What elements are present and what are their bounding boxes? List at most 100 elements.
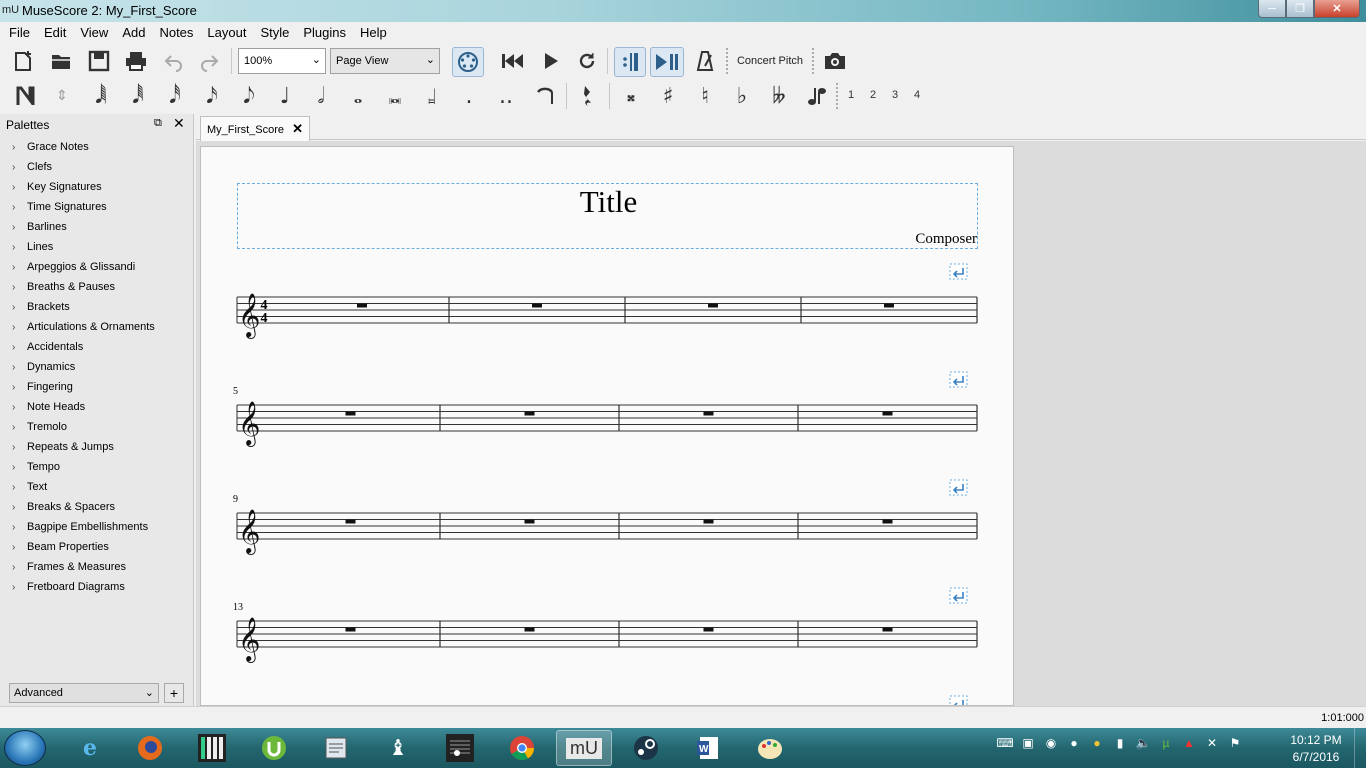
- voice-1-button[interactable]: 1: [848, 89, 854, 101]
- voice-3-button[interactable]: 3: [892, 89, 898, 101]
- menu-add[interactable]: Add: [115, 22, 152, 43]
- augmentation-dot-button[interactable]: .: [456, 82, 482, 110]
- double-flat-icon[interactable]: 𝄫: [766, 82, 792, 110]
- close-window-button[interactable]: ✕: [1314, 0, 1360, 18]
- view-mode-select[interactable]: Page View ⌄: [330, 48, 440, 74]
- play-repeats-button[interactable]: [614, 47, 646, 77]
- palette-mode-select[interactable]: Advanced ⌄: [9, 683, 159, 703]
- menu-help[interactable]: Help: [353, 22, 394, 43]
- duration-half-button[interactable]: 𝅗𝅥: [308, 82, 334, 110]
- taskbar-clock[interactable]: 10:12 PM 6/7/2016: [1280, 732, 1352, 766]
- whole-rest[interactable]: [882, 411, 893, 416]
- zoom-select[interactable]: 100% ⌄: [238, 48, 326, 74]
- duration-longa-button[interactable]: 𝆷: [419, 82, 445, 110]
- double-dot-button[interactable]: ..: [493, 82, 519, 110]
- score-systems[interactable]: 𝄞44𝄞5𝄞9𝄞13𝄞17: [201, 147, 1014, 706]
- tray-yellow-icon[interactable]: ●: [1088, 734, 1106, 752]
- palette-item[interactable]: › Fretboard Diagrams: [0, 577, 194, 597]
- whole-rest[interactable]: [345, 411, 356, 416]
- undock-icon[interactable]: ⧉: [154, 117, 162, 130]
- duration-16th-button[interactable]: 𝅘𝅥𝅯: [199, 82, 225, 110]
- duration-64th-button[interactable]: 𝅘𝅥𝅱: [125, 82, 151, 110]
- palette-item[interactable]: › Frames & Measures: [0, 557, 194, 577]
- acrobat-tray-icon[interactable]: ▲: [1180, 734, 1198, 752]
- whole-rest[interactable]: [884, 303, 894, 308]
- network-warning-icon[interactable]: ✕: [1203, 734, 1221, 752]
- undo-button[interactable]: [161, 49, 187, 73]
- line-break-marker[interactable]: [949, 263, 968, 280]
- whole-rest[interactable]: [703, 411, 714, 416]
- treble-clef[interactable]: 𝄞: [238, 617, 260, 663]
- tray-green-icon[interactable]: ●: [1065, 734, 1083, 752]
- musescore-taskbar-icon[interactable]: mU: [556, 730, 612, 766]
- palette-item[interactable]: › Text: [0, 477, 194, 497]
- steam-icon[interactable]: [618, 730, 674, 766]
- antivirus-icon[interactable]: ◉: [1042, 734, 1060, 752]
- duration-whole-button[interactable]: 𝅝: [345, 82, 371, 110]
- utorrent-tray-icon[interactable]: µ: [1157, 734, 1175, 752]
- palette-item[interactable]: › Accidentals: [0, 337, 194, 357]
- new-score-button[interactable]: [10, 49, 36, 73]
- metronome-button[interactable]: [692, 49, 718, 73]
- print-button[interactable]: [123, 49, 149, 73]
- redo-button[interactable]: [196, 49, 222, 73]
- whole-rest[interactable]: [882, 627, 893, 632]
- pan-score-button[interactable]: [650, 47, 684, 77]
- note-input-mode-button[interactable]: [12, 82, 40, 110]
- palette-item[interactable]: › Dynamics: [0, 357, 194, 377]
- palette-item[interactable]: › Beam Properties: [0, 537, 194, 557]
- treble-clef[interactable]: 𝄞: [238, 509, 260, 555]
- whole-rest[interactable]: [708, 303, 718, 308]
- midi-input-button[interactable]: [452, 47, 484, 77]
- palette-item[interactable]: › Breaths & Pauses: [0, 277, 194, 297]
- duration-eighth-button[interactable]: 𝅘𝅥𝅮: [236, 82, 262, 110]
- menu-view[interactable]: View: [73, 22, 115, 43]
- minimize-button[interactable]: ─: [1258, 0, 1286, 18]
- save-button[interactable]: [86, 49, 112, 73]
- line-break-marker[interactable]: [949, 479, 968, 496]
- action-center-flag-icon[interactable]: ⚑: [1226, 734, 1244, 752]
- palette-item[interactable]: › Barlines: [0, 217, 194, 237]
- tab-my-first-score[interactable]: My_First_Score ✕: [200, 116, 310, 141]
- whole-rest[interactable]: [524, 627, 535, 632]
- score-page[interactable]: Title Composer 𝄞44𝄞5𝄞9𝄞13𝄞17: [200, 146, 1014, 706]
- whole-rest[interactable]: [524, 411, 535, 416]
- palette-item[interactable]: › Bagpipe Embellishments: [0, 517, 194, 537]
- firefox-icon[interactable]: [122, 730, 178, 766]
- power-icon[interactable]: ▮: [1111, 734, 1129, 752]
- word-icon[interactable]: W: [680, 730, 736, 766]
- network-app-icon[interactable]: ▣: [1019, 734, 1037, 752]
- internet-explorer-icon[interactable]: e: [62, 730, 118, 766]
- palette-item[interactable]: › Tremolo: [0, 417, 194, 437]
- duration-128th-button[interactable]: 𝅘𝅥𝅲: [88, 82, 114, 110]
- whole-rest[interactable]: [703, 519, 714, 524]
- close-tab-icon[interactable]: ✕: [292, 121, 303, 137]
- voice-arrows-icon[interactable]: ⇕: [52, 82, 72, 110]
- palette-item[interactable]: › Repeats & Jumps: [0, 437, 194, 457]
- open-button[interactable]: [48, 49, 74, 73]
- sharp-icon[interactable]: ♯: [655, 82, 681, 110]
- whole-rest[interactable]: [524, 519, 535, 524]
- show-desktop-button[interactable]: [1354, 728, 1366, 768]
- concert-pitch-button[interactable]: Concert Pitch: [733, 53, 807, 69]
- whole-rest[interactable]: [703, 627, 714, 632]
- maximize-button[interactable]: ❐: [1286, 0, 1314, 18]
- whole-rest[interactable]: [345, 627, 356, 632]
- line-break-marker[interactable]: [949, 695, 968, 706]
- palette-item[interactable]: › Fingering: [0, 377, 194, 397]
- palette-item[interactable]: › Brackets: [0, 297, 194, 317]
- duration-breve-button[interactable]: 𝅜: [382, 82, 408, 110]
- time-signature-bottom[interactable]: 4: [261, 311, 268, 326]
- treble-clef[interactable]: 𝄞: [238, 401, 260, 447]
- treble-clef[interactable]: 𝄞: [238, 293, 260, 339]
- flip-direction-icon[interactable]: [803, 82, 831, 110]
- windows-start-button[interactable]: [4, 730, 46, 766]
- notepad-icon[interactable]: [308, 730, 364, 766]
- menu-layout[interactable]: Layout: [200, 22, 253, 43]
- palette-item[interactable]: › Lines: [0, 237, 194, 257]
- chess-icon[interactable]: ♝: [370, 730, 426, 766]
- palette-item[interactable]: › Note Heads: [0, 397, 194, 417]
- double-sharp-icon[interactable]: 𝄪: [618, 82, 644, 110]
- music-app-icon[interactable]: [432, 730, 488, 766]
- whole-rest[interactable]: [357, 303, 367, 308]
